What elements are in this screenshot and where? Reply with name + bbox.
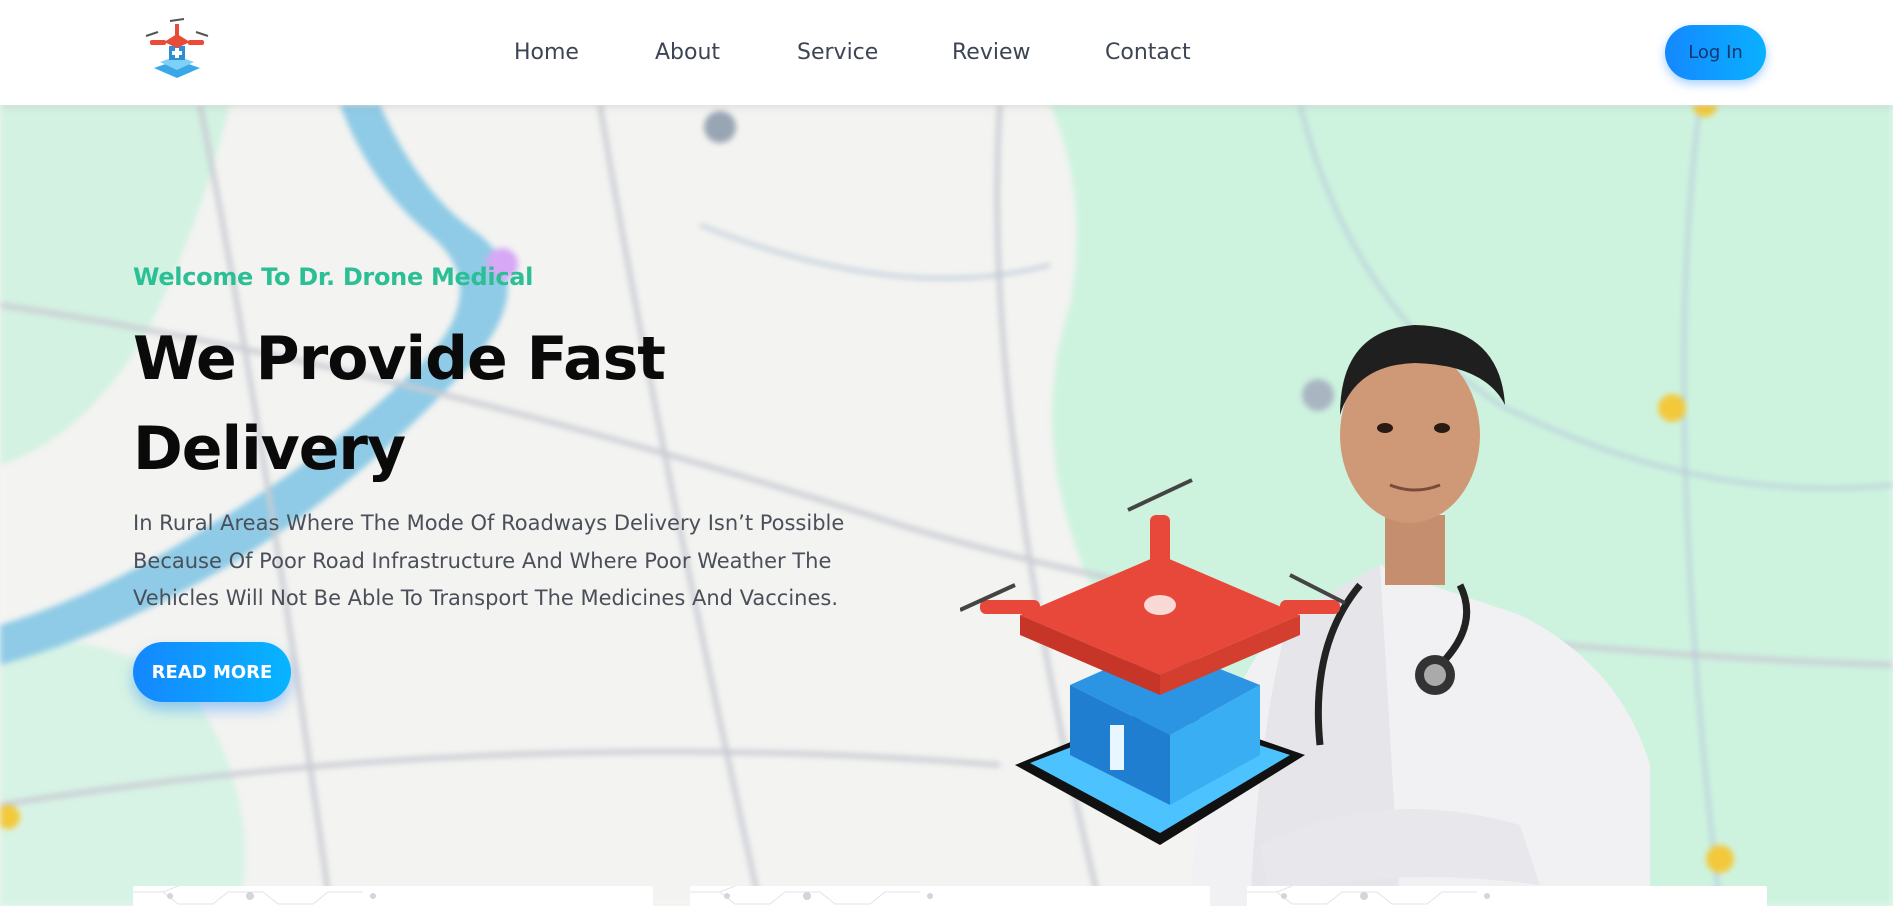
- login-button[interactable]: Log In: [1665, 25, 1766, 80]
- site-header: Home About Service Review Contact Log In: [0, 0, 1893, 105]
- nav-contact[interactable]: Contact: [1105, 40, 1191, 65]
- hexagon-pattern-icon: [690, 886, 933, 905]
- hero-description: In Rural Areas Where The Mode Of Roadway…: [133, 511, 845, 610]
- feature-card: [690, 886, 1210, 906]
- doctor-with-drone-illustration: [960, 325, 1650, 906]
- feature-card: [1247, 886, 1767, 906]
- hero-welcome-text: Welcome To Dr. Drone Medical: [133, 263, 534, 291]
- nav-about[interactable]: About: [655, 40, 720, 65]
- hexagon-pattern-icon: [1247, 886, 1490, 905]
- nav-service[interactable]: Service: [797, 40, 878, 65]
- read-more-button[interactable]: READ MORE: [133, 642, 291, 702]
- nav-review[interactable]: Review: [952, 40, 1031, 65]
- feature-card: [133, 886, 653, 906]
- nav-home[interactable]: Home: [514, 40, 579, 65]
- hero-title: We Provide Fast Delivery: [133, 324, 666, 484]
- hexagon-pattern-icon: [133, 886, 376, 905]
- drone-medical-logo-icon[interactable]: [142, 16, 212, 86]
